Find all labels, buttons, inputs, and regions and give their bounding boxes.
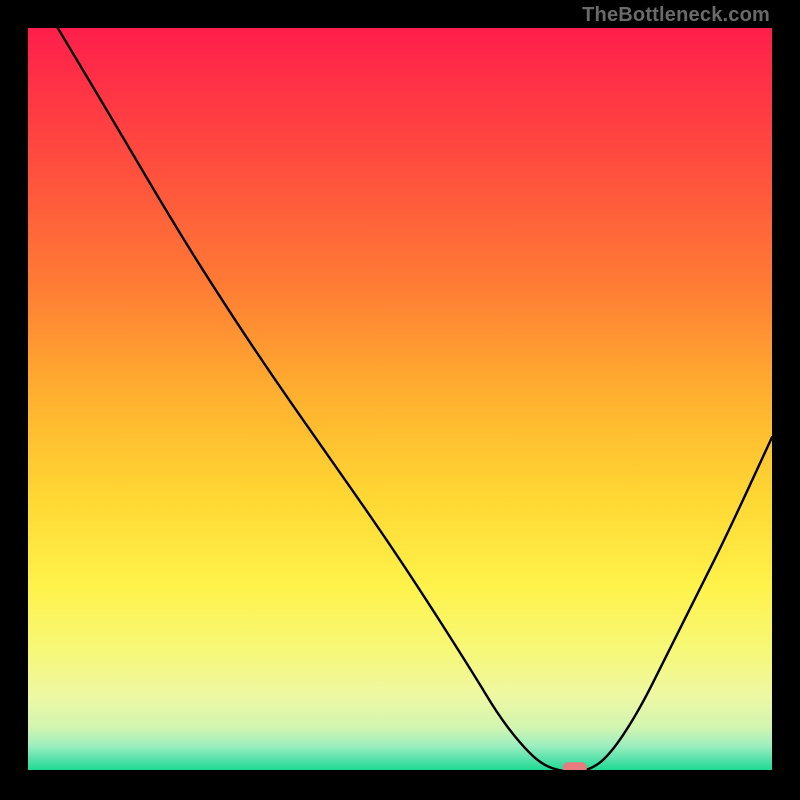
watermark-text: TheBottleneck.com: [582, 4, 770, 27]
chart-frame: TheBottleneck.com: [0, 0, 800, 800]
chart-svg: [28, 28, 772, 772]
plot-area: [28, 28, 772, 772]
gradient-rect: [28, 28, 772, 772]
